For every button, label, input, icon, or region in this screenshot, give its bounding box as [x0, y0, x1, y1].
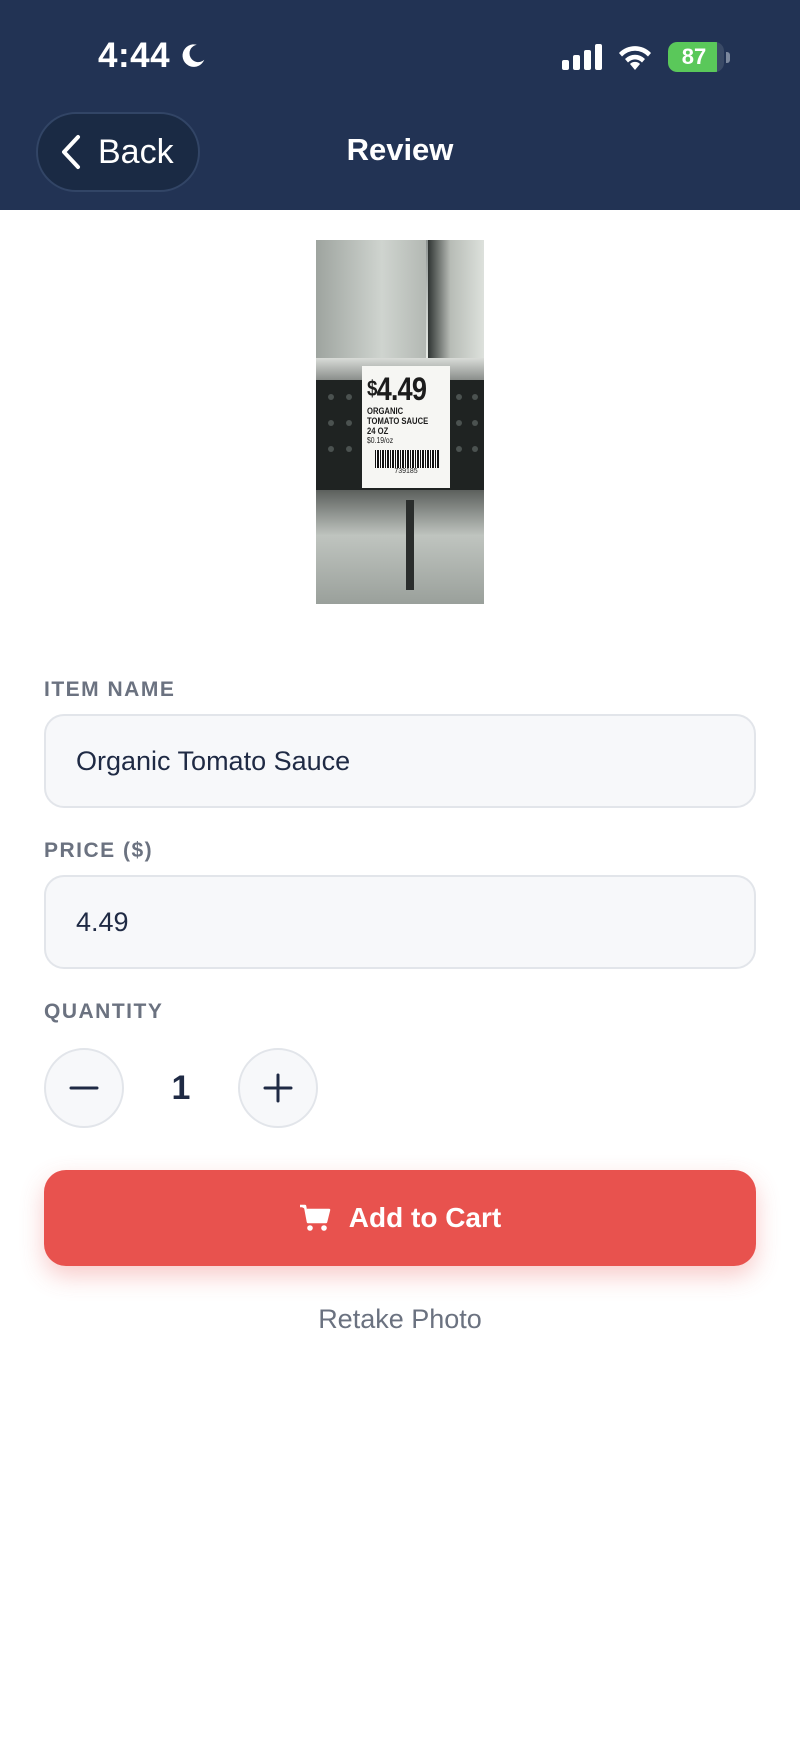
moon-icon: [182, 44, 205, 67]
add-to-cart-label: Add to Cart: [348, 1202, 502, 1233]
plus-icon: [263, 1073, 293, 1103]
price-input[interactable]: [44, 875, 756, 969]
price-tag: $4.49 ORGANIC TOMATO SAUCE 24 OZ $0.19/o…: [362, 366, 450, 488]
price-tag-amount: $4.49: [367, 371, 427, 407]
status-indicators: 87: [562, 42, 730, 72]
add-to-cart-button[interactable]: Add to Cart: [44, 1170, 756, 1266]
battery-nub: [726, 51, 730, 63]
item-name-input[interactable]: [44, 714, 756, 808]
status-time-text: 4:44: [98, 36, 171, 75]
price-tag-line: 24 OZ: [367, 426, 389, 436]
status-time: 4:44: [98, 36, 208, 76]
increment-button[interactable]: [238, 1048, 318, 1128]
signal-icon: [562, 44, 602, 70]
barcode-number: 739185: [394, 468, 418, 475]
wifi-icon: [619, 46, 651, 70]
price-label: PRICE ($): [44, 839, 154, 862]
page-title: Review: [346, 132, 454, 167]
photo-shelf-bottom: [316, 490, 484, 604]
cart-icon: [299, 1204, 331, 1231]
quantity-value: 1: [171, 1068, 191, 1107]
header: 4:44 87 Back Review: [0, 0, 800, 210]
price-tag-unit-price: $0.19/oz: [367, 436, 394, 445]
quantity-label: QUANTITY: [44, 1000, 164, 1023]
photo-shelf-top: [316, 240, 484, 360]
captured-photo: $4.49 ORGANIC TOMATO SAUCE 24 OZ $0.19/o…: [316, 240, 484, 604]
retake-photo-link[interactable]: Retake Photo: [0, 1304, 800, 1335]
barcode: [375, 450, 439, 468]
price-tag-line: ORGANIC: [367, 406, 404, 416]
minus-icon: [69, 1086, 99, 1090]
price-tag-line: TOMATO SAUCE: [367, 416, 429, 426]
quantity-stepper: 1: [44, 1048, 318, 1128]
battery-icon: 87: [668, 42, 724, 72]
battery-percent: 87: [681, 44, 707, 69]
item-name-label: ITEM NAME: [44, 678, 176, 701]
decrement-button[interactable]: [44, 1048, 124, 1128]
